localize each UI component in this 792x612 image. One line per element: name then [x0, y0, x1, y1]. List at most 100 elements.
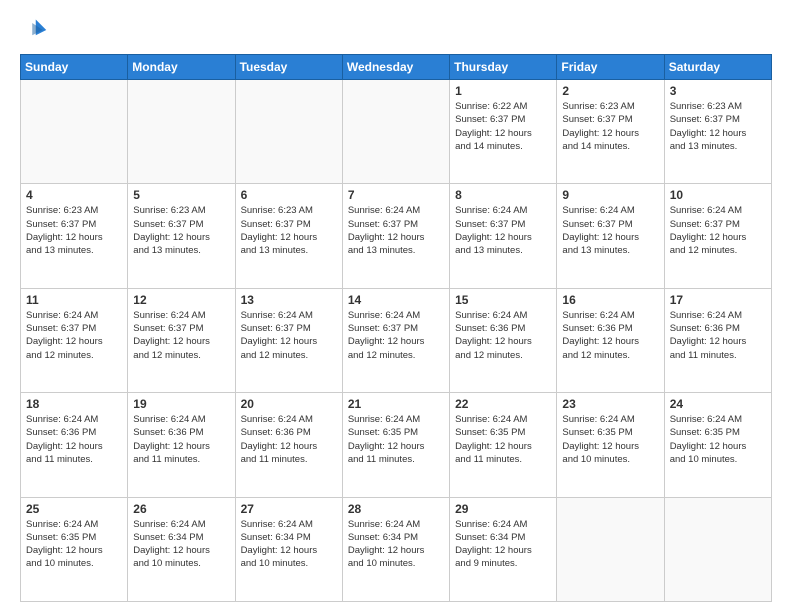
day-number: 25 — [26, 502, 122, 516]
day-cell: 17 Sunrise: 6:24 AM Sunset: 6:36 PM Dayli… — [664, 288, 771, 392]
day-info: Sunrise: 6:24 AM Sunset: 6:37 PM Dayligh… — [26, 309, 122, 362]
day-cell: 6 Sunrise: 6:23 AM Sunset: 6:37 PM Daylig… — [235, 184, 342, 288]
day-info: Sunrise: 6:24 AM Sunset: 6:36 PM Dayligh… — [562, 309, 658, 362]
day-cell — [21, 80, 128, 184]
day-info: Sunrise: 6:24 AM Sunset: 6:35 PM Dayligh… — [26, 518, 122, 571]
day-cell: 11 Sunrise: 6:24 AM Sunset: 6:37 PM Dayli… — [21, 288, 128, 392]
day-number: 23 — [562, 397, 658, 411]
day-number: 27 — [241, 502, 337, 516]
day-number: 12 — [133, 293, 229, 307]
day-number: 6 — [241, 188, 337, 202]
week-row-5: 25 Sunrise: 6:24 AM Sunset: 6:35 PM Dayli… — [21, 497, 772, 601]
day-info: Sunrise: 6:23 AM Sunset: 6:37 PM Dayligh… — [26, 204, 122, 257]
day-number: 4 — [26, 188, 122, 202]
day-cell: 5Sunrise: 6:23 AM Sunset: 6:37 PM Daylig… — [128, 184, 235, 288]
weekday-header-tuesday: Tuesday — [235, 55, 342, 80]
day-number: 26 — [133, 502, 229, 516]
day-cell: 24 Sunrise: 6:24 AM Sunset: 6:35 PM Dayli… — [664, 393, 771, 497]
day-number: 18 — [26, 397, 122, 411]
day-number: 17 — [670, 293, 766, 307]
day-cell: 10 Sunrise: 6:24 AM Sunset: 6:37 PM Dayli… — [664, 184, 771, 288]
day-info: Sunrise: 6:24 AM Sunset: 6:35 PM Dayligh… — [562, 413, 658, 466]
week-row-1: 1 Sunrise: 6:22 AM Sunset: 6:37 PM Daylig… — [21, 80, 772, 184]
day-info: Sunrise: 6:24 AM Sunset: 6:36 PM Dayligh… — [133, 413, 229, 466]
day-cell: 3 Sunrise: 6:23 AM Sunset: 6:37 PM Daylig… — [664, 80, 771, 184]
day-cell — [664, 497, 771, 601]
logo-icon — [20, 16, 48, 44]
day-info: Sunrise: 6:24 AM Sunset: 6:36 PM Dayligh… — [670, 309, 766, 362]
day-info: Sunrise: 6:24 AM Sunset: 6:35 PM Dayligh… — [455, 413, 551, 466]
day-number: 22 — [455, 397, 551, 411]
day-cell — [235, 80, 342, 184]
day-cell: 22 Sunrise: 6:24 AM Sunset: 6:35 PM Dayli… — [450, 393, 557, 497]
day-info: Sunrise: 6:24 AM Sunset: 6:36 PM Dayligh… — [26, 413, 122, 466]
day-info: Sunrise: 6:24 AM Sunset: 6:34 PM Dayligh… — [455, 518, 551, 571]
day-number: 16 — [562, 293, 658, 307]
day-info: Sunrise: 6:24 AM Sunset: 6:35 PM Dayligh… — [348, 413, 444, 466]
week-row-4: 18 Sunrise: 6:24 AM Sunset: 6:36 PM Dayli… — [21, 393, 772, 497]
day-cell: 25 Sunrise: 6:24 AM Sunset: 6:35 PM Dayli… — [21, 497, 128, 601]
day-number: 8 — [455, 188, 551, 202]
weekday-header-saturday: Saturday — [664, 55, 771, 80]
day-info: Sunrise: 6:23 AM Sunset: 6:37 PM Dayligh… — [670, 100, 766, 153]
day-info: Sunrise: 6:24 AM Sunset: 6:34 PM Dayligh… — [241, 518, 337, 571]
weekday-header-thursday: Thursday — [450, 55, 557, 80]
day-number: 3 — [670, 84, 766, 98]
calendar-table: SundayMondayTuesdayWednesdayThursdayFrid… — [20, 54, 772, 602]
day-cell: 20 Sunrise: 6:24 AM Sunset: 6:36 PM Dayli… — [235, 393, 342, 497]
weekday-header-monday: Monday — [128, 55, 235, 80]
week-row-2: 4 Sunrise: 6:23 AM Sunset: 6:37 PM Daylig… — [21, 184, 772, 288]
day-info: Sunrise: 6:24 AM Sunset: 6:37 PM Dayligh… — [562, 204, 658, 257]
day-cell: 23 Sunrise: 6:24 AM Sunset: 6:35 PM Dayli… — [557, 393, 664, 497]
day-number: 15 — [455, 293, 551, 307]
day-number: 9 — [562, 188, 658, 202]
day-info: Sunrise: 6:22 AM Sunset: 6:37 PM Dayligh… — [455, 100, 551, 153]
day-cell: 12 Sunrise: 6:24 AM Sunset: 6:37 PM Dayli… — [128, 288, 235, 392]
day-number: 19 — [133, 397, 229, 411]
day-number: 20 — [241, 397, 337, 411]
day-cell: 29Sunrise: 6:24 AM Sunset: 6:34 PM Dayli… — [450, 497, 557, 601]
day-info: Sunrise: 6:24 AM Sunset: 6:37 PM Dayligh… — [133, 309, 229, 362]
day-number: 24 — [670, 397, 766, 411]
day-number: 13 — [241, 293, 337, 307]
weekday-header-wednesday: Wednesday — [342, 55, 449, 80]
day-number: 14 — [348, 293, 444, 307]
day-info: Sunrise: 6:24 AM Sunset: 6:37 PM Dayligh… — [455, 204, 551, 257]
day-number: 10 — [670, 188, 766, 202]
day-info: Sunrise: 6:23 AM Sunset: 6:37 PM Dayligh… — [241, 204, 337, 257]
day-cell: 7 Sunrise: 6:24 AM Sunset: 6:37 PM Daylig… — [342, 184, 449, 288]
day-number: 1 — [455, 84, 551, 98]
day-info: Sunrise: 6:24 AM Sunset: 6:37 PM Dayligh… — [670, 204, 766, 257]
day-cell: 1 Sunrise: 6:22 AM Sunset: 6:37 PM Daylig… — [450, 80, 557, 184]
day-cell: 13 Sunrise: 6:24 AM Sunset: 6:37 PM Dayli… — [235, 288, 342, 392]
day-info: Sunrise: 6:24 AM Sunset: 6:34 PM Dayligh… — [133, 518, 229, 571]
day-info: Sunrise: 6:24 AM Sunset: 6:36 PM Dayligh… — [241, 413, 337, 466]
day-cell: 16 Sunrise: 6:24 AM Sunset: 6:36 PM Dayli… — [557, 288, 664, 392]
day-cell: 18 Sunrise: 6:24 AM Sunset: 6:36 PM Dayli… — [21, 393, 128, 497]
day-cell: 15 Sunrise: 6:24 AM Sunset: 6:36 PM Dayli… — [450, 288, 557, 392]
day-cell — [128, 80, 235, 184]
weekday-header-sunday: Sunday — [21, 55, 128, 80]
week-row-3: 11 Sunrise: 6:24 AM Sunset: 6:37 PM Dayli… — [21, 288, 772, 392]
day-info: Sunrise: 6:24 AM Sunset: 6:37 PM Dayligh… — [348, 204, 444, 257]
day-info: Sunrise: 6:24 AM Sunset: 6:34 PM Dayligh… — [348, 518, 444, 571]
day-cell: 21Sunrise: 6:24 AM Sunset: 6:35 PM Dayli… — [342, 393, 449, 497]
day-cell: 26 Sunrise: 6:24 AM Sunset: 6:34 PM Dayli… — [128, 497, 235, 601]
day-info: Sunrise: 6:24 AM Sunset: 6:37 PM Dayligh… — [348, 309, 444, 362]
day-cell: 14 Sunrise: 6:24 AM Sunset: 6:37 PM Dayli… — [342, 288, 449, 392]
day-number: 28 — [348, 502, 444, 516]
day-cell: 2Sunrise: 6:23 AM Sunset: 6:37 PM Daylig… — [557, 80, 664, 184]
day-info: Sunrise: 6:23 AM Sunset: 6:37 PM Dayligh… — [133, 204, 229, 257]
day-number: 11 — [26, 293, 122, 307]
day-cell — [557, 497, 664, 601]
page: SundayMondayTuesdayWednesdayThursdayFrid… — [0, 0, 792, 612]
day-cell — [342, 80, 449, 184]
day-info: Sunrise: 6:24 AM Sunset: 6:37 PM Dayligh… — [241, 309, 337, 362]
day-info: Sunrise: 6:23 AM Sunset: 6:37 PM Dayligh… — [562, 100, 658, 153]
day-cell: 28 Sunrise: 6:24 AM Sunset: 6:34 PM Dayli… — [342, 497, 449, 601]
day-number: 7 — [348, 188, 444, 202]
day-cell: 4 Sunrise: 6:23 AM Sunset: 6:37 PM Daylig… — [21, 184, 128, 288]
weekday-header-friday: Friday — [557, 55, 664, 80]
day-info: Sunrise: 6:24 AM Sunset: 6:36 PM Dayligh… — [455, 309, 551, 362]
day-info: Sunrise: 6:24 AM Sunset: 6:35 PM Dayligh… — [670, 413, 766, 466]
